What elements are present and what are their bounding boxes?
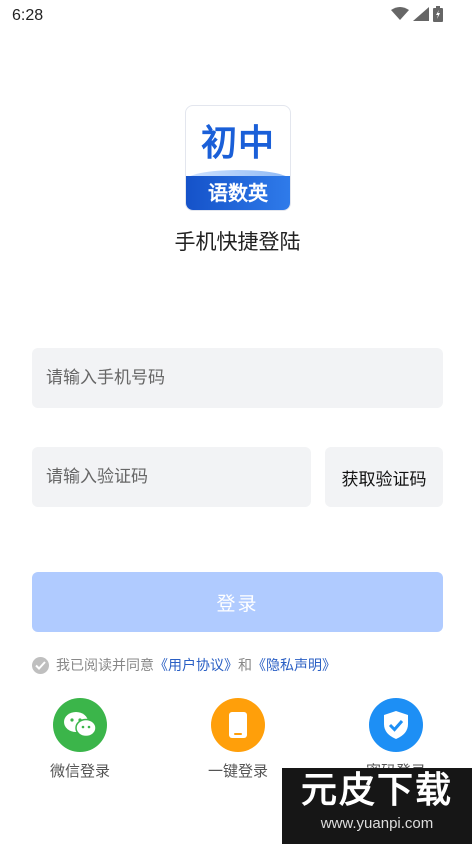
- status-icons: [391, 6, 443, 22]
- agreement-conjunction: 和: [238, 658, 252, 674]
- get-code-button[interactable]: 获取验证码: [325, 447, 443, 507]
- signal-icon: [413, 7, 429, 21]
- wechat-icon: [53, 698, 107, 752]
- privacy-link[interactable]: 《隐私声明》: [252, 655, 336, 675]
- wechat-login-button[interactable]: 微信登录: [25, 698, 135, 781]
- one-key-login-button[interactable]: 一键登录: [183, 698, 293, 781]
- logo-top-text: 初中: [200, 123, 275, 164]
- page-title: 手机快捷登陆: [174, 230, 301, 254]
- agree-checkbox[interactable]: [32, 656, 49, 674]
- app-logo: 初中 语数英: [185, 105, 291, 211]
- watermark: 元皮下载 www.yuanpi.com: [282, 768, 472, 844]
- phone-input[interactable]: [32, 348, 443, 408]
- verification-code-input[interactable]: [32, 447, 311, 507]
- agreement-row: 我已阅读并同意 《用户协议》 和 《隐私声明》: [32, 655, 336, 675]
- battery-icon: [433, 6, 443, 22]
- shield-check-icon: [369, 698, 423, 752]
- status-bar: 6:28: [0, 0, 475, 34]
- phone-icon: [211, 698, 265, 752]
- one-key-login-label: 一键登录: [207, 762, 268, 780]
- check-icon: [35, 660, 46, 670]
- wechat-login-label: 微信登录: [49, 762, 110, 780]
- watermark-url: www.yuanpi.com: [320, 815, 434, 832]
- status-time: 6:28: [12, 7, 44, 24]
- watermark-logo-text: 元皮下载: [300, 770, 453, 811]
- agreement-prefix: 我已阅读并同意: [56, 658, 154, 674]
- wifi-icon: [391, 7, 409, 20]
- logo-band-text: 语数英: [186, 176, 290, 210]
- user-agreement-link[interactable]: 《用户协议》: [154, 655, 238, 675]
- login-button[interactable]: 登录: [32, 572, 443, 632]
